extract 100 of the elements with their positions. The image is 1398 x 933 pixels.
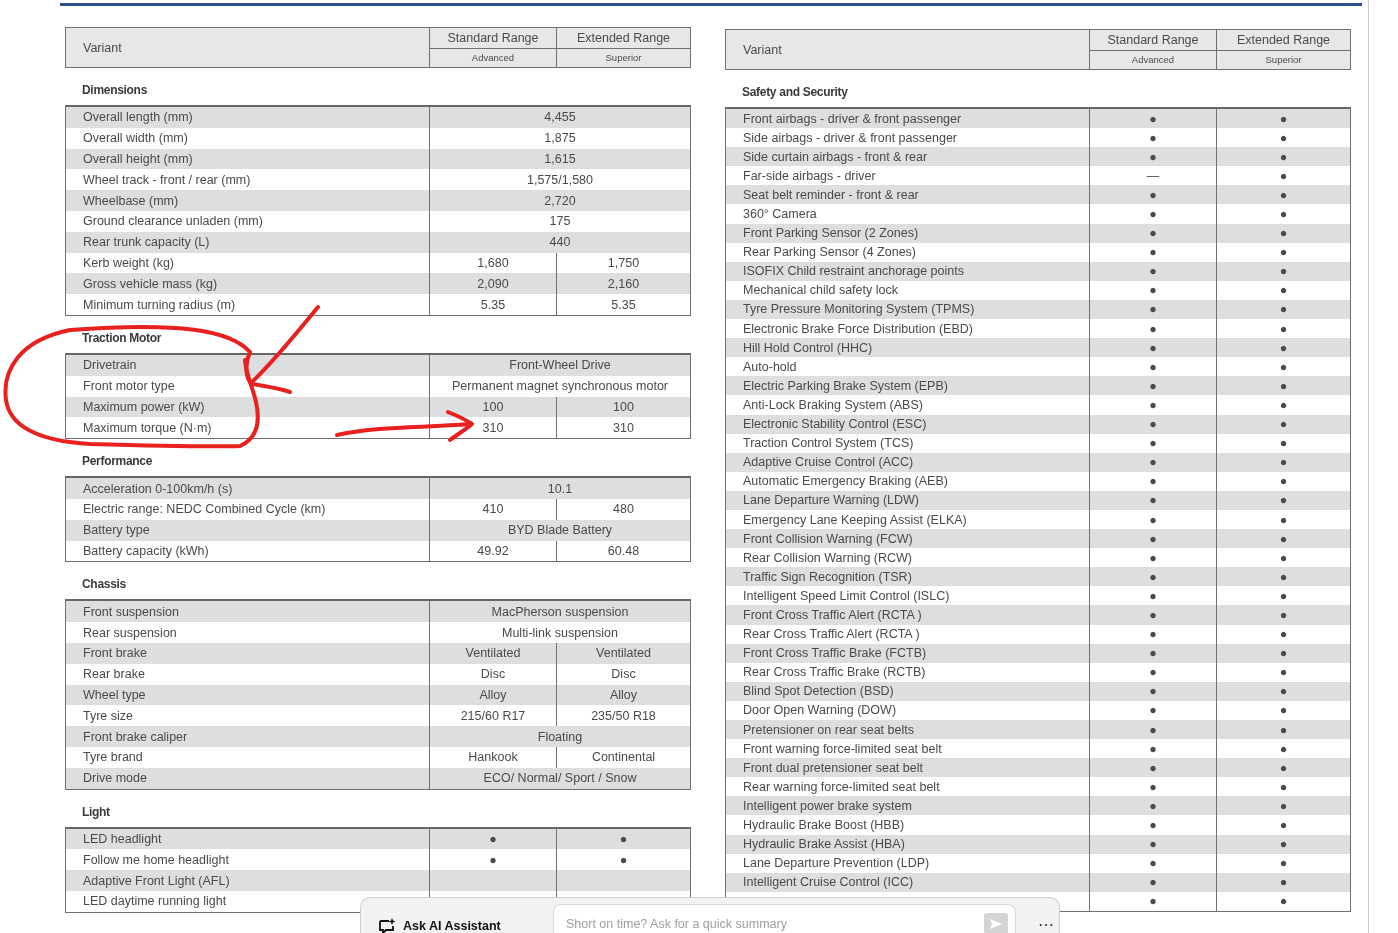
- row-label: Gross vehicle mass (kg): [83, 276, 218, 291]
- table-cell: ●: [1089, 223, 1216, 243]
- row-label: LED daytime running light: [83, 894, 227, 909]
- row-label: Rear trunk capacity (L): [83, 235, 210, 250]
- table-cell: ●: [1089, 261, 1216, 281]
- table-cell: ●: [1216, 853, 1350, 873]
- table-cell: ●: [1089, 395, 1216, 415]
- table-cell: BYD Blade Battery: [429, 519, 690, 541]
- row-label: Hydraulic Brake Boost (HBB): [743, 818, 905, 832]
- row-label: Ground clearance unladen (mm): [83, 214, 263, 229]
- table-cell: 1,875: [429, 127, 690, 149]
- table-cell: ●: [1089, 624, 1216, 644]
- row-label: Overall width (mm): [83, 131, 188, 146]
- row-label: Maximum torque (N·m): [83, 420, 212, 435]
- table-cell: ●: [1216, 624, 1350, 644]
- table-cell: Multi-link suspension: [429, 622, 690, 643]
- table-cell: ●: [1089, 299, 1216, 320]
- table-cell: ●: [1216, 815, 1350, 835]
- row-label: Overall height (mm): [83, 152, 193, 166]
- row-label: LED headlight: [83, 831, 162, 846]
- row-label: Tyre brand: [83, 750, 143, 765]
- table-cell: ●: [1089, 471, 1216, 491]
- send-icon: [989, 917, 1003, 930]
- row-label: Lane Departure Warning (LDW): [743, 493, 919, 508]
- table-cell: 49.92: [429, 540, 556, 562]
- table-cell: ●: [1089, 643, 1216, 663]
- row-label: Tyre Pressure Monitoring System (TPMS): [743, 302, 975, 317]
- table-cell: 310: [556, 417, 690, 439]
- row-label: Anti-Lock Braking System (ABS): [743, 397, 923, 412]
- section-title: Light: [81, 803, 111, 821]
- row-label: Electric Parking Brake System (EPB): [743, 378, 948, 393]
- table-cell: ●: [1089, 662, 1216, 682]
- row-label: Auto-hold: [743, 359, 797, 374]
- row-label: Overall length (mm): [83, 110, 193, 125]
- row-label: Battery type: [83, 523, 150, 538]
- row-label: Electric range: NEDC Combined Cycle (km): [83, 502, 326, 517]
- table-cell: ●: [1216, 299, 1350, 320]
- row-label: Tyre size: [83, 708, 133, 723]
- row-label: Hydraulic Brake Assist (HBA): [743, 837, 905, 852]
- table-cell: ●: [1216, 490, 1350, 510]
- table-cell: 4,455: [429, 107, 690, 128]
- table-cell: ●: [1216, 872, 1350, 892]
- row-label: Traffic Sign Recognition (TSR): [743, 569, 912, 584]
- row-label: Adaptive Cruise Control (ACC): [743, 455, 914, 470]
- row-label: Side airbags - driver & front passenger: [743, 130, 957, 145]
- send-button[interactable]: [984, 913, 1008, 933]
- table-cell: ●: [1089, 605, 1216, 625]
- table-cell: ●: [1089, 147, 1216, 167]
- assistant-title: Ask AI Assistant: [403, 919, 502, 933]
- row-label: Blind Spot Detection (BSD): [743, 684, 894, 699]
- chat-input-field[interactable]: Short on time? Ask for a quick summary: [553, 904, 1016, 933]
- table-cell: Hankook: [429, 746, 556, 768]
- table-cell: ●: [1089, 490, 1216, 510]
- row-label: Rear Parking Sensor (4 Zones): [743, 245, 916, 260]
- row-label: Intelligent power brake system: [743, 798, 912, 813]
- row-label: Pretensioner on rear seat belts: [743, 722, 914, 737]
- row-label: Front Collision Warning (FCW): [743, 531, 913, 546]
- table-cell: ●: [1089, 815, 1216, 835]
- table-cell: 480: [556, 498, 690, 520]
- table-cell: ●: [1089, 109, 1216, 129]
- more-button[interactable]: ⋯: [1038, 917, 1054, 933]
- table-cell: Permanent magnet synchronous motor: [429, 375, 690, 397]
- row-label: Follow me home headlight: [83, 852, 229, 867]
- table-cell: ●: [1216, 567, 1350, 587]
- table-cell: 100: [556, 396, 690, 418]
- section-title: Dimensions: [81, 82, 149, 99]
- row-label: Front brake: [83, 646, 147, 661]
- row-label: Front motor type: [83, 379, 175, 394]
- section-title: Traction Motor: [81, 329, 163, 347]
- row-label: Far-side airbags - driver: [743, 168, 876, 183]
- column-header: Standard Range: [429, 28, 556, 48]
- row-label: Front dual pretensioner seat belt: [743, 760, 923, 775]
- row-label: Wheel track - front / rear (mm): [83, 172, 251, 187]
- table-cell: 5.35: [556, 294, 690, 315]
- row-label: Battery capacity (kWh): [83, 543, 209, 558]
- table-cell: ●: [1216, 796, 1350, 816]
- row-label: Front brake caliper: [83, 729, 188, 744]
- row-label: Intelligent Cruise Control (ICC): [743, 875, 914, 890]
- row-label: Side curtain airbags - front & rear: [743, 149, 928, 164]
- table-cell: ●: [1216, 242, 1350, 262]
- row-label: Front Parking Sensor (2 Zones): [743, 226, 919, 241]
- table-cell: 2,720: [429, 190, 690, 211]
- table-cell: 410: [429, 498, 556, 520]
- table-cell: 10.1: [429, 478, 690, 499]
- table-cell: 175: [429, 211, 690, 232]
- row-label: Adaptive Front Light (AFL): [83, 873, 230, 888]
- table-cell: ●: [1216, 891, 1350, 911]
- table-cell: Disc: [556, 663, 690, 685]
- table-cell: Alloy: [429, 684, 556, 706]
- row-label: Rear Cross Traffic Alert (RCTA ): [743, 627, 920, 642]
- column-subheader: Superior: [556, 48, 690, 67]
- column-header: Extended Range: [556, 28, 690, 48]
- table-cell: 5.35: [429, 294, 556, 315]
- chat-sparkle-icon: [378, 918, 396, 933]
- table-cell: ●: [1216, 662, 1350, 682]
- row-label: Traction Control System (TCS): [743, 436, 914, 451]
- table-cell: ●: [1089, 452, 1216, 472]
- row-label: Automatic Emergency Braking (AEB): [743, 474, 948, 489]
- row-label: Lane Departure Prevention (LDP): [743, 856, 930, 871]
- table-cell: ●: [1216, 529, 1350, 549]
